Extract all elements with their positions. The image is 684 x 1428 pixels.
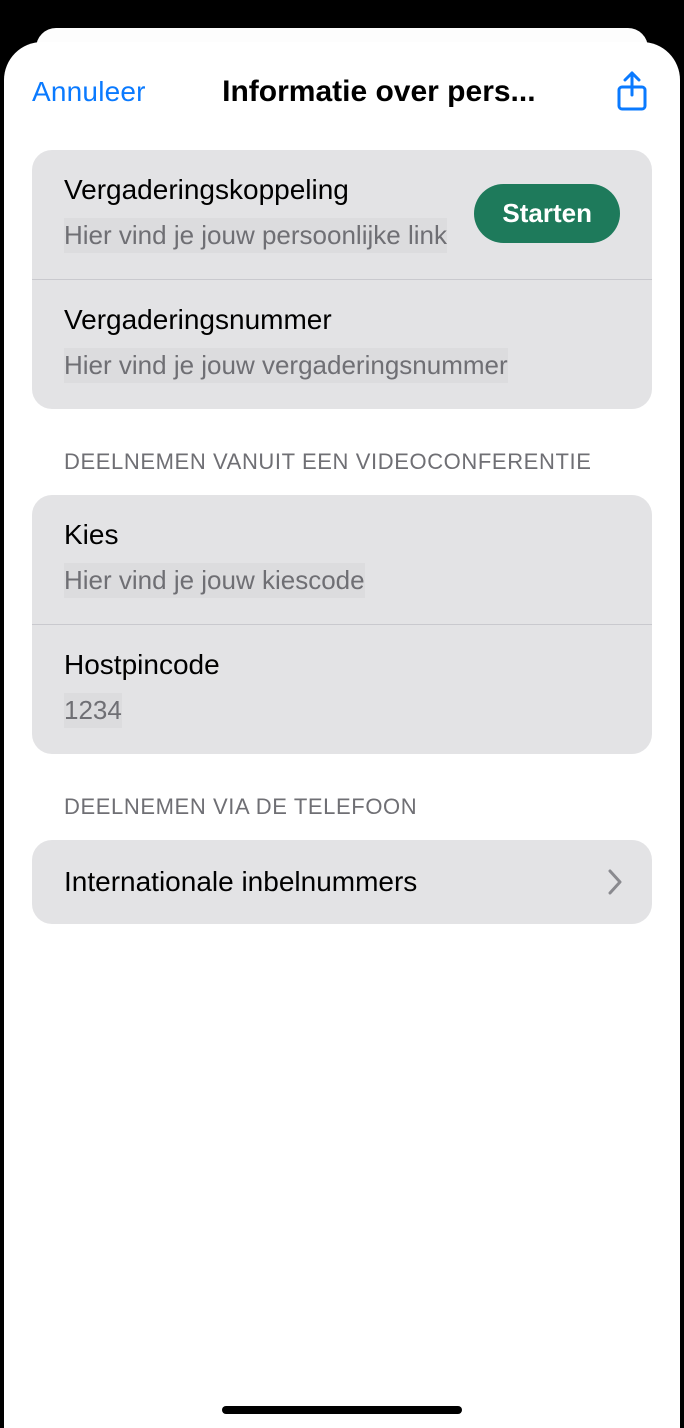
row-host-pin[interactable]: Hostpincode 1234 <box>32 624 652 754</box>
row-dial[interactable]: Kies Hier vind je jouw kiescode <box>32 495 652 624</box>
meeting-number-value: Hier vind je jouw vergaderingsnummer <box>64 348 508 383</box>
modal-sheet: Annuleer Informatie over pers... Vergade… <box>4 42 680 1428</box>
content: Vergaderingskoppeling Hier vind je jouw … <box>4 136 680 924</box>
chevron-right-icon <box>606 867 624 897</box>
section-meeting-info: Vergaderingskoppeling Hier vind je jouw … <box>32 150 652 409</box>
intl-numbers-title: Internationale inbelnummers <box>64 866 417 898</box>
row-meeting-number[interactable]: Vergaderingsnummer Hier vind je jouw ver… <box>32 279 652 409</box>
section-video-conference: DEELNEMEN VANUIT EEN VIDEOCONFERENTIE Ki… <box>32 449 652 754</box>
page-title: Informatie over pers... <box>146 75 612 109</box>
section-video-conference-card: Kies Hier vind je jouw kiescode Hostpinc… <box>32 495 652 754</box>
cancel-button[interactable]: Annuleer <box>32 76 146 108</box>
row-intl-numbers[interactable]: Internationale inbelnummers <box>32 840 652 924</box>
host-pin-value: 1234 <box>64 693 122 728</box>
meeting-link-title: Vergaderingskoppeling <box>64 174 447 206</box>
dial-title: Kies <box>64 519 620 551</box>
row-meeting-link[interactable]: Vergaderingskoppeling Hier vind je jouw … <box>32 150 652 279</box>
meeting-number-title: Vergaderingsnummer <box>64 304 620 336</box>
nav-bar: Annuleer Informatie over pers... <box>4 42 680 136</box>
share-button[interactable] <box>612 70 652 114</box>
share-icon <box>615 71 649 113</box>
section-video-conference-header: DEELNEMEN VANUIT EEN VIDEOCONFERENTIE <box>32 449 652 495</box>
section-phone: DEELNEMEN VIA DE TELEFOON Internationale… <box>32 794 652 924</box>
home-indicator <box>222 1406 462 1414</box>
host-pin-title: Hostpincode <box>64 649 620 681</box>
section-meeting-info-card: Vergaderingskoppeling Hier vind je jouw … <box>32 150 652 409</box>
dial-value: Hier vind je jouw kiescode <box>64 563 365 598</box>
start-button[interactable]: Starten <box>474 184 620 243</box>
section-phone-card: Internationale inbelnummers <box>32 840 652 924</box>
section-phone-header: DEELNEMEN VIA DE TELEFOON <box>32 794 652 840</box>
meeting-link-value: Hier vind je jouw persoonlijke link <box>64 218 447 253</box>
